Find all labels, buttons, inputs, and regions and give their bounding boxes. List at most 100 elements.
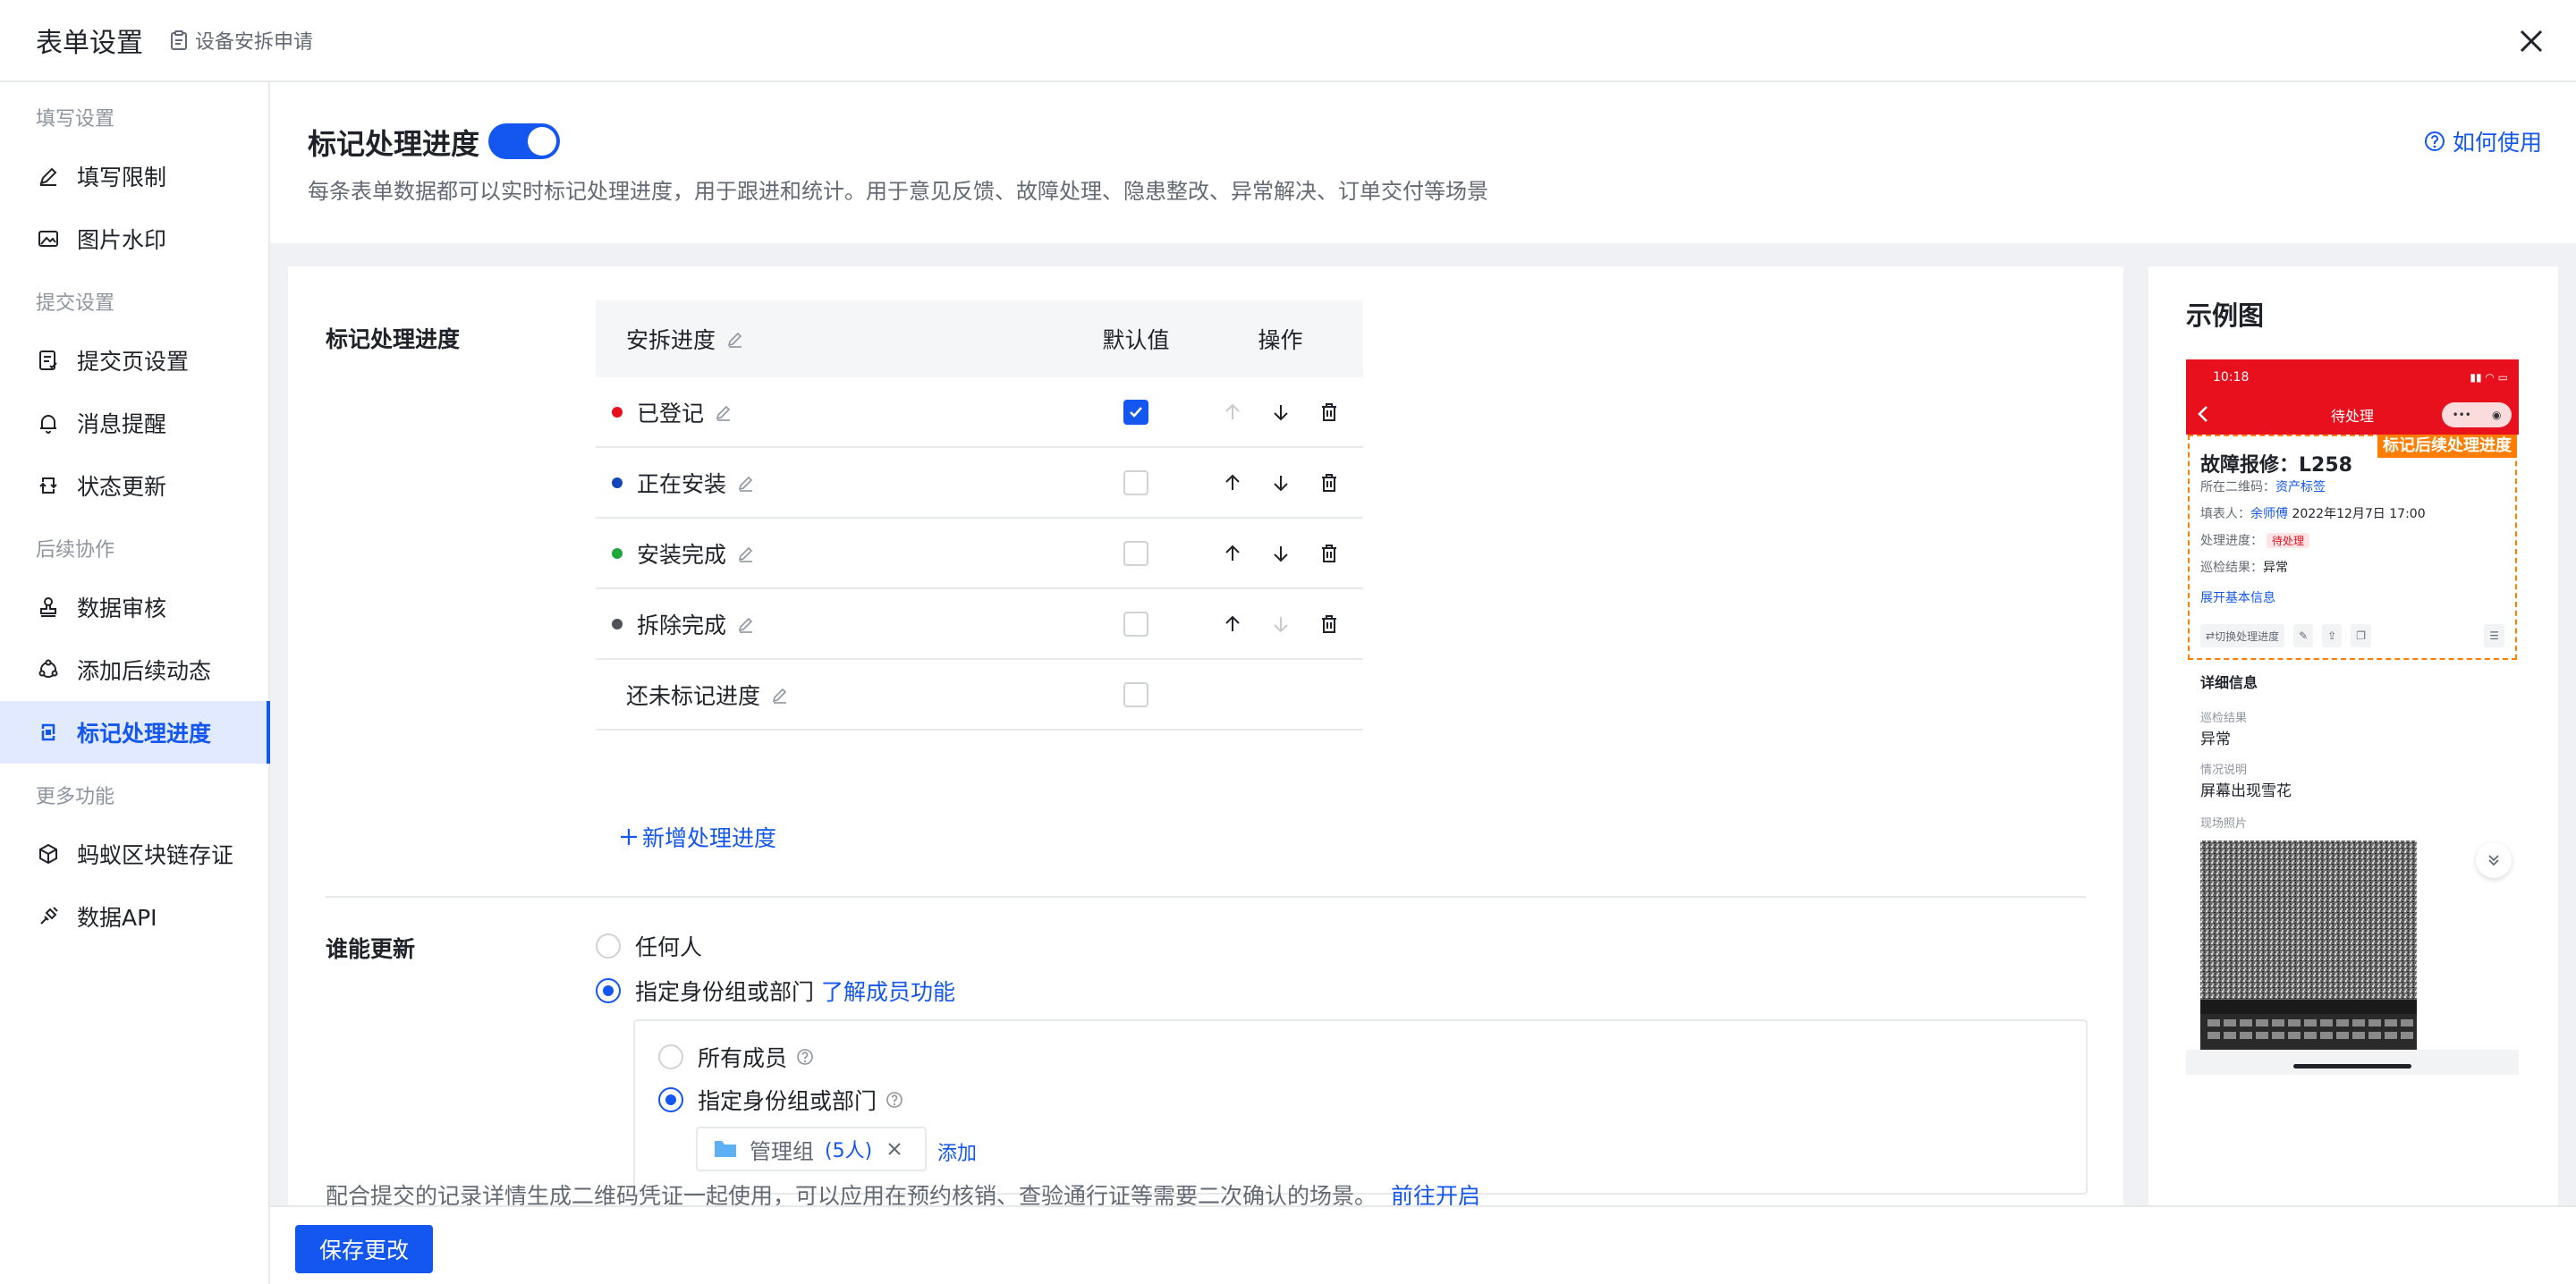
help-link[interactable]: 如何使用 — [2424, 125, 2542, 157]
record-actions: ⇄ 切换处理进度 ✎ ⇪ ❐ ☰ — [2200, 622, 2504, 649]
delete-button[interactable] — [1316, 540, 1343, 567]
sidebar-item-label: 数据API — [77, 905, 157, 931]
default-checkbox[interactable] — [1123, 540, 1148, 566]
radio-label: 指定身份组或部门 — [635, 979, 815, 1005]
form-icon — [36, 348, 61, 373]
table-header: 安拆进度 默认值 操作 — [596, 300, 1363, 377]
move-up-button[interactable] — [1219, 469, 1246, 496]
progress-label: 正在安装 — [637, 470, 727, 497]
record-progress: 处理进度： 待处理 — [2200, 531, 2310, 549]
bell-icon — [36, 410, 61, 435]
arrow-down-icon — [1273, 545, 1288, 562]
delete-button[interactable] — [1316, 399, 1343, 426]
edit-pen-icon[interactable] — [737, 545, 755, 562]
sidebar-item-label: 数据审核 — [77, 596, 167, 621]
learn-member-link[interactable]: 了解成员功能 — [821, 975, 955, 1007]
edit-pen-icon[interactable] — [726, 330, 744, 348]
sidebar-item-label: 图片水印 — [77, 227, 167, 253]
radio-all-members[interactable]: 所有成员 — [658, 1041, 814, 1073]
sidebar-item-blockchain[interactable]: 蚂蚁区块链存证 — [0, 823, 268, 885]
sidebar-item-fill-limit[interactable]: 填写限制 — [0, 145, 268, 207]
feature-toggle[interactable] — [488, 123, 560, 159]
delete-button[interactable] — [1316, 469, 1343, 496]
sidebar-item-progress[interactable]: 标记处理进度 — [0, 701, 270, 764]
trash-icon — [1321, 614, 1336, 633]
delete-button[interactable] — [1316, 611, 1343, 638]
radio-specified-group[interactable]: 指定身份组或部门 了解成员功能 — [596, 975, 955, 1007]
save-button[interactable]: 保存更改 — [295, 1225, 433, 1273]
sidebar-item-notify[interactable]: 消息提醒 — [0, 392, 268, 454]
add-progress-button[interactable]: 新增处理进度 — [619, 821, 776, 853]
help-label: 如何使用 — [2452, 130, 2542, 156]
move-up-button[interactable] — [1219, 611, 1246, 638]
table-row: 正在安装 — [596, 448, 1363, 519]
header-name-label: 安拆进度 — [626, 327, 716, 353]
footer-bar: 保存更改 — [270, 1205, 2576, 1284]
field-value: 异常 — [2200, 731, 2231, 748]
status-dot — [612, 618, 623, 629]
miniapp-capsule: ••• ◉ — [2442, 402, 2512, 427]
toggle-knob — [528, 127, 556, 156]
more-icon: ••• — [2452, 409, 2471, 421]
api-icon — [36, 904, 61, 929]
sidebar-item-label: 消息提醒 — [77, 411, 167, 437]
top-bar: 表单设置 设备安拆申请 — [0, 0, 2576, 82]
table-row: 拆除完成 — [596, 589, 1363, 660]
form-name-label: 设备安拆申请 — [195, 31, 314, 54]
sidebar-group-collab: 后续协作 — [36, 539, 115, 562]
edit-pen-icon[interactable] — [737, 615, 755, 633]
remove-tag-button[interactable] — [886, 1141, 902, 1157]
record-title: 故障报修：L258 — [2200, 454, 2352, 477]
radio-anyone[interactable]: 任何人 — [596, 930, 702, 962]
sidebar-item-submit-page[interactable]: 提交页设置 — [0, 329, 268, 392]
progress-section-label: 标记处理进度 — [326, 326, 461, 352]
main-area: 标记处理进度 每条表单数据都可以实时标记处理进度，用于跟进和统计。用于意见反馈、… — [270, 82, 2576, 1284]
move-down-button[interactable] — [1267, 469, 1294, 496]
move-down-button[interactable] — [1267, 399, 1294, 426]
progress-label: 拆除完成 — [637, 612, 727, 638]
arrow-down-icon — [1273, 404, 1288, 420]
folder-icon — [715, 1141, 736, 1157]
move-up-button[interactable] — [1219, 399, 1246, 426]
field-label: 情况说明 — [2200, 764, 2248, 777]
default-checkbox[interactable] — [1123, 469, 1148, 495]
close-button[interactable] — [2513, 23, 2549, 59]
status-dot — [612, 406, 623, 418]
move-down-button[interactable] — [1267, 611, 1294, 638]
default-checkbox[interactable] — [1123, 681, 1148, 707]
feature-description: 每条表单数据都可以实时标记处理进度，用于跟进和统计。用于意见反馈、故障处理、隐患… — [308, 179, 1488, 204]
question-circle-icon — [2424, 131, 2445, 151]
arrow-up-icon — [1224, 474, 1240, 490]
expand-info-link: 展开基本信息 — [2200, 591, 2275, 605]
add-group-button[interactable]: 添加 — [937, 1137, 977, 1166]
radio-button — [596, 933, 621, 959]
sidebar-item-label: 提交页设置 — [77, 349, 190, 375]
radio-specified-sub[interactable]: 指定身份组或部门 — [658, 1084, 903, 1116]
question-circle-icon — [796, 1048, 814, 1066]
sidebar-item-review[interactable]: 数据审核 — [0, 576, 268, 638]
sidebar-group-submit: 提交设置 — [36, 292, 115, 315]
move-down-button[interactable] — [1267, 540, 1294, 567]
sidebar-item-status-update[interactable]: 状态更新 — [0, 454, 268, 517]
sidebar-item-dynamic[interactable]: 添加后续动态 — [0, 638, 268, 701]
record-result: 巡检结果：异常 — [2200, 561, 2288, 575]
target-icon: ◉ — [2491, 409, 2502, 421]
default-checkbox[interactable] — [1123, 611, 1148, 637]
switch-progress-action: ⇄ 切换处理进度 — [2200, 624, 2285, 647]
edit-pen-icon[interactable] — [715, 403, 733, 421]
pen-icon — [36, 164, 61, 189]
phone-navbar: 待处理 ••• ◉ — [2186, 395, 2519, 435]
move-up-button[interactable] — [1219, 540, 1246, 567]
arrow-down-icon — [1273, 616, 1288, 632]
radio-button — [658, 1087, 683, 1112]
default-checkbox[interactable] — [1123, 399, 1148, 425]
header-name: 安拆进度 — [596, 323, 1074, 355]
edit-pen-icon[interactable] — [737, 474, 755, 492]
feature-title: 标记处理进度 — [308, 127, 480, 161]
sidebar-item-api[interactable]: 数据API — [0, 885, 268, 948]
sidebar-item-label: 标记处理进度 — [77, 721, 212, 747]
sidebar-item-watermark[interactable]: 图片水印 — [0, 207, 268, 270]
signal-wifi-battery-icon: ▮▮ ◠ ▭ — [2470, 371, 2508, 384]
edit-pen-icon[interactable] — [771, 686, 789, 704]
record-qrcode: 所在二维码：资产标签 — [2200, 480, 2326, 494]
